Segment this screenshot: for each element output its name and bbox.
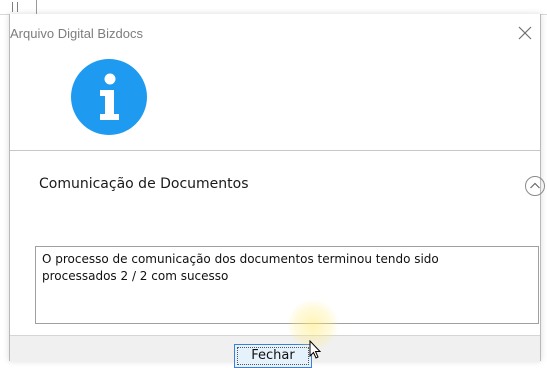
- info-icon: [71, 59, 147, 135]
- background-mark: [12, 2, 18, 12]
- background-window-strip: [0, 0, 547, 15]
- dialog-title: Arquivo Digital Bizdocs: [10, 26, 143, 41]
- background-divider: [36, 0, 37, 14]
- section-divider: [10, 150, 540, 151]
- chevron-up-icon[interactable]: [524, 175, 546, 197]
- dialog-footer: Fechar: [10, 335, 540, 368]
- dialog-titlebar: Arquivo Digital Bizdocs: [10, 14, 540, 50]
- fechar-button[interactable]: Fechar: [234, 344, 312, 368]
- close-icon[interactable]: [514, 22, 536, 44]
- message-text-box: O processo de comunicação dos documentos…: [35, 246, 539, 324]
- section-title: Comunicação de Documentos: [39, 176, 249, 192]
- message-dialog: Arquivo Digital Bizdocs Comunicação de D…: [9, 14, 545, 368]
